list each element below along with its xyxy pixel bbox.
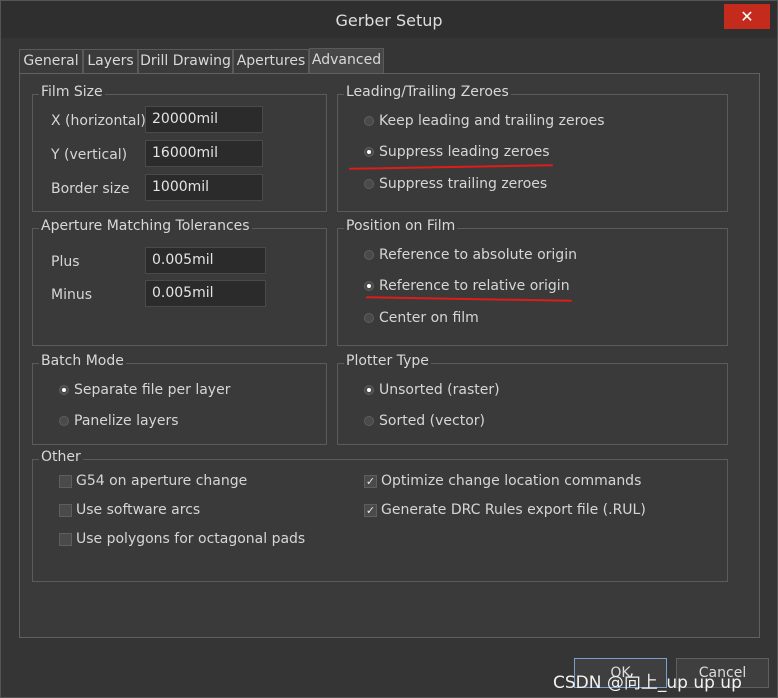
suppress-trailing-radio[interactable] <box>364 179 374 189</box>
x-horizontal-input[interactable]: 20000mil <box>145 106 263 133</box>
x-horizontal-label: X (horizontal) <box>51 113 146 129</box>
relative-origin-label[interactable]: Reference to relative origin <box>379 278 570 294</box>
batch-mode-title: Batch Mode <box>39 353 126 369</box>
plus-input[interactable]: 0.005mil <box>145 247 266 274</box>
film-size-group: Film Size X (horizontal) 20000mil Y (ver… <box>32 84 327 212</box>
absolute-origin-radio[interactable] <box>364 250 374 260</box>
position-on-film-title: Position on Film <box>344 218 458 234</box>
tab-general[interactable]: General <box>19 49 83 73</box>
title-bar: Gerber Setup ✕ <box>1 1 777 38</box>
minus-label: Minus <box>51 287 93 303</box>
relative-origin-radio[interactable] <box>364 281 374 291</box>
center-on-film-label[interactable]: Center on film <box>379 310 479 326</box>
y-vertical-input[interactable]: 16000mil <box>145 140 263 167</box>
border-size-input[interactable]: 1000mil <box>145 174 263 201</box>
tab-advanced[interactable]: Advanced <box>309 48 384 74</box>
panelize-layers-radio[interactable] <box>59 416 69 426</box>
g54-label[interactable]: G54 on aperture change <box>76 473 247 489</box>
optimize-label[interactable]: Optimize change location commands <box>381 473 641 489</box>
software-arcs-checkbox[interactable] <box>59 504 72 517</box>
sorted-vector-radio[interactable] <box>364 416 374 426</box>
optimize-checkbox[interactable]: ✓ <box>364 475 377 488</box>
y-vertical-label: Y (vertical) <box>51 147 128 163</box>
position-on-film-group: Position on Film Reference to absolute o… <box>337 218 728 346</box>
window-title: Gerber Setup <box>335 11 443 30</box>
software-arcs-label[interactable]: Use software arcs <box>76 502 200 518</box>
leading-trailing-group: Leading/Trailing Zeroes Keep leading and… <box>337 84 728 212</box>
aperture-tolerance-group: Aperture Matching Tolerances Plus 0.005m… <box>32 218 327 346</box>
suppress-leading-label[interactable]: Suppress leading zeroes <box>379 144 550 160</box>
other-title: Other <box>39 449 83 465</box>
plotter-type-title: Plotter Type <box>344 353 431 369</box>
csdn-watermark: CSDN @向上_up up up <box>553 673 742 693</box>
suppress-trailing-label[interactable]: Suppress trailing zeroes <box>379 176 547 192</box>
polygons-label[interactable]: Use polygons for octagonal pads <box>76 531 305 547</box>
leading-trailing-title: Leading/Trailing Zeroes <box>344 84 511 100</box>
center-on-film-radio[interactable] <box>364 313 374 323</box>
advanced-panel: Film Size X (horizontal) 20000mil Y (ver… <box>19 73 760 638</box>
absolute-origin-label[interactable]: Reference to absolute origin <box>379 247 577 263</box>
minus-input[interactable]: 0.005mil <box>145 280 266 307</box>
suppress-leading-radio[interactable] <box>364 147 374 157</box>
close-button[interactable]: ✕ <box>724 4 770 29</box>
gerber-setup-dialog: Gerber Setup ✕ General Layers Drill Draw… <box>0 0 778 698</box>
separate-file-radio[interactable] <box>59 385 69 395</box>
unsorted-raster-label[interactable]: Unsorted (raster) <box>379 382 500 398</box>
other-group: Other G54 on aperture change Use softwar… <box>32 449 728 582</box>
separate-file-label[interactable]: Separate file per layer <box>74 382 230 398</box>
unsorted-raster-radio[interactable] <box>364 385 374 395</box>
tab-drill-drawing[interactable]: Drill Drawing <box>138 49 233 73</box>
film-size-title: Film Size <box>39 84 105 100</box>
tab-layers[interactable]: Layers <box>83 49 138 73</box>
batch-mode-group: Batch Mode Separate file per layer Panel… <box>32 353 327 445</box>
aperture-tolerance-title: Aperture Matching Tolerances <box>39 218 252 234</box>
border-size-label: Border size <box>51 181 130 197</box>
tab-apertures[interactable]: Apertures <box>233 49 309 73</box>
plus-label: Plus <box>51 254 80 270</box>
keep-zeroes-radio[interactable] <box>364 116 374 126</box>
drc-export-checkbox[interactable]: ✓ <box>364 504 377 517</box>
plotter-type-group: Plotter Type Unsorted (raster) Sorted (v… <box>337 353 728 445</box>
sorted-vector-label[interactable]: Sorted (vector) <box>379 413 485 429</box>
polygons-checkbox[interactable] <box>59 533 72 546</box>
drc-export-label[interactable]: Generate DRC Rules export file (.RUL) <box>381 502 646 518</box>
keep-zeroes-label[interactable]: Keep leading and trailing zeroes <box>379 113 605 129</box>
g54-checkbox[interactable] <box>59 475 72 488</box>
panelize-layers-label[interactable]: Panelize layers <box>74 413 179 429</box>
